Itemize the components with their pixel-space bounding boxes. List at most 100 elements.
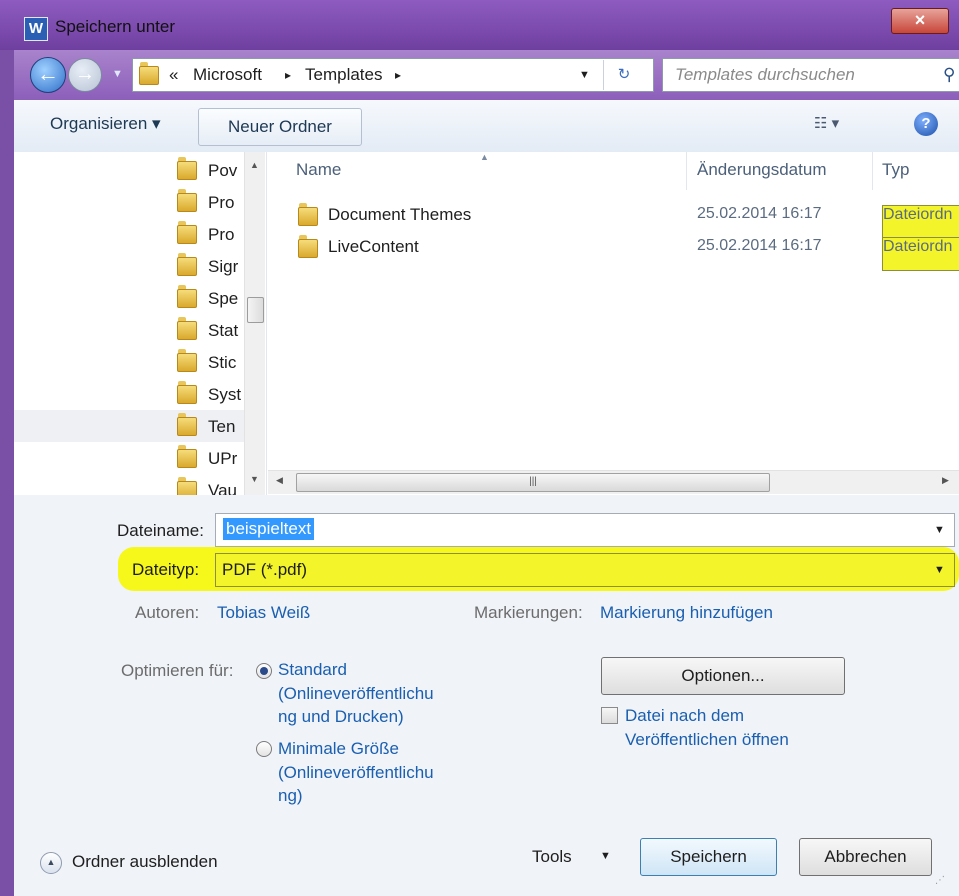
file-row[interactable]: Document Themes 25.02.2014 16:17 Dateior… (268, 200, 959, 239)
standard-option-label[interactable]: Standard (278, 660, 347, 680)
resize-grip-icon[interactable]: ⋰ (935, 875, 945, 886)
standard-radio[interactable] (256, 663, 272, 679)
tools-menu[interactable]: Tools (532, 847, 572, 867)
tree-item[interactable]: Pro (14, 218, 244, 250)
standard-option-label[interactable]: (Onlineveröffentlichu (278, 684, 434, 704)
hide-folders-link[interactable]: Ordner ausblenden (72, 852, 218, 872)
optimize-label: Optimieren für: (121, 661, 234, 680)
tools-dropdown-icon[interactable]: ▼ (600, 850, 611, 862)
breadcrumb-templates[interactable]: Templates (305, 65, 382, 85)
scroll-down-icon[interactable]: ▼ (250, 474, 259, 484)
folder-icon (298, 203, 318, 226)
new-folder-button[interactable]: Neuer Ordner (198, 108, 362, 146)
minimal-option-label[interactable]: (Onlineveröffentlichu (278, 763, 434, 783)
folder-icon (177, 349, 197, 372)
tree-item[interactable]: Stat (14, 314, 244, 346)
folder-icon (177, 189, 197, 212)
search-input[interactable]: Templates durchsuchen (675, 65, 855, 85)
history-dropdown-icon[interactable]: ▼ (112, 64, 126, 84)
tags-link[interactable]: Markierung hinzufügen (600, 603, 773, 623)
address-bar[interactable]: « Microsoft ▸ Templates ▸ ▼ ↻ (132, 58, 654, 92)
folder-icon (177, 477, 197, 495)
authors-link[interactable]: Tobias Weiß (217, 603, 310, 623)
folder-tree: Pov Pro Pro Sigr Spe Stat Stic Syst Ten … (14, 152, 267, 495)
organize-menu[interactable]: Organisieren ▾ (50, 114, 161, 134)
breadcrumb-separator-icon[interactable]: ▸ (285, 68, 291, 82)
tree-item[interactable]: UPr (14, 442, 244, 474)
column-header-type[interactable]: Typ (882, 160, 909, 180)
open-after-publish-label[interactable]: Datei nach dem (625, 706, 744, 726)
filetype-value: PDF (*.pdf) (222, 560, 308, 579)
folder-icon (139, 62, 159, 85)
scroll-up-icon[interactable]: ▲ (250, 160, 259, 170)
folder-icon (177, 157, 197, 180)
navigation-bar: ← → ▼ « Microsoft ▸ Templates ▸ ▼ ↻ Temp… (14, 50, 959, 100)
column-header-name[interactable]: Name (296, 160, 341, 180)
tree-item[interactable]: Pro (14, 186, 244, 218)
refresh-icon[interactable]: ↻ (603, 60, 644, 90)
breadcrumb-microsoft[interactable]: Microsoft (193, 65, 262, 85)
authors-label: Autoren: (135, 603, 200, 622)
tags-label: Markierungen: (474, 603, 583, 622)
filetype-label: Dateityp: (132, 560, 200, 579)
chevron-down-icon[interactable]: ▼ (934, 524, 945, 536)
breadcrumb-separator-icon[interactable]: ▸ (395, 68, 401, 82)
help-icon[interactable]: ? (914, 112, 938, 136)
minimal-size-radio[interactable] (256, 741, 272, 757)
scroll-left-icon[interactable]: ◀ (276, 475, 283, 486)
folder-icon (177, 253, 197, 276)
scroll-thumb[interactable] (247, 297, 264, 323)
file-type: Dateiordn (882, 237, 959, 271)
tree-scrollbar[interactable]: ▲ ▼ (244, 152, 265, 495)
title-bar: W Speichern unter × (0, 0, 959, 50)
back-arrow-icon[interactable]: ← (30, 57, 66, 93)
filetype-select[interactable]: PDF (*.pdf) ▼ (215, 553, 955, 587)
file-date: 25.02.2014 16:17 (697, 237, 822, 254)
scroll-thumb[interactable]: ||| (296, 473, 770, 492)
column-divider[interactable] (686, 152, 687, 190)
column-divider[interactable] (872, 152, 873, 190)
search-icon[interactable]: ⚲ (943, 65, 955, 85)
close-button[interactable]: × (891, 8, 949, 34)
file-name: LiveContent (328, 237, 419, 256)
search-box[interactable]: Templates durchsuchen ⚲ (662, 58, 959, 92)
chevron-down-icon[interactable]: ▼ (934, 564, 945, 576)
open-after-publish-label[interactable]: Veröffentlichen öffnen (625, 730, 789, 750)
standard-option-label[interactable]: ng und Drucken) (278, 707, 404, 727)
scroll-right-icon[interactable]: ▶ (942, 475, 949, 486)
save-button[interactable]: Speichern (640, 838, 777, 876)
address-dropdown-icon[interactable]: ▼ (579, 69, 590, 81)
file-list: ▲ Name Änderungsdatum Typ Document Theme… (268, 152, 959, 495)
view-options-icon[interactable]: ☷ ▾ (814, 114, 839, 132)
file-name: Document Themes (328, 205, 472, 224)
file-date: 25.02.2014 16:17 (697, 205, 822, 222)
open-after-publish-checkbox[interactable] (601, 707, 618, 724)
filename-label: Dateiname: (117, 521, 204, 540)
folder-icon (177, 413, 197, 436)
tree-item[interactable]: Spe (14, 282, 244, 314)
tree-item[interactable]: Sigr (14, 250, 244, 282)
tree-item[interactable]: Syst (14, 378, 244, 410)
collapse-folders-icon[interactable]: ▲ (40, 852, 62, 874)
file-row[interactable]: LiveContent 25.02.2014 16:17 Dateiordn (268, 232, 959, 271)
filename-value[interactable]: beispieltext (223, 518, 315, 540)
column-header-date[interactable]: Änderungsdatum (697, 160, 826, 180)
command-toolbar: Organisieren ▾ Neuer Ordner ☷ ▾ ? (14, 100, 959, 153)
cancel-button[interactable]: Abbrechen (799, 838, 932, 876)
sort-ascending-icon: ▲ (480, 152, 489, 162)
minimal-option-label[interactable]: Minimale Größe (278, 739, 399, 759)
folder-icon (177, 445, 197, 468)
folder-icon (298, 235, 318, 258)
filename-field[interactable]: beispieltext ▼ (215, 513, 955, 547)
file-list-scrollbar[interactable]: ◀ ||| ▶ (268, 470, 959, 494)
options-button[interactable]: Optionen... (601, 657, 845, 695)
folder-icon (177, 221, 197, 244)
tree-item-selected[interactable]: Ten (14, 410, 244, 442)
forward-arrow-icon[interactable]: → (68, 58, 102, 92)
breadcrumb-overflow[interactable]: « (169, 65, 178, 85)
tree-item[interactable]: Vau (14, 474, 244, 495)
tree-item[interactable]: Pov (14, 154, 244, 186)
minimal-option-label[interactable]: ng) (278, 786, 303, 806)
word-icon: W (24, 17, 48, 41)
tree-item[interactable]: Stic (14, 346, 244, 378)
